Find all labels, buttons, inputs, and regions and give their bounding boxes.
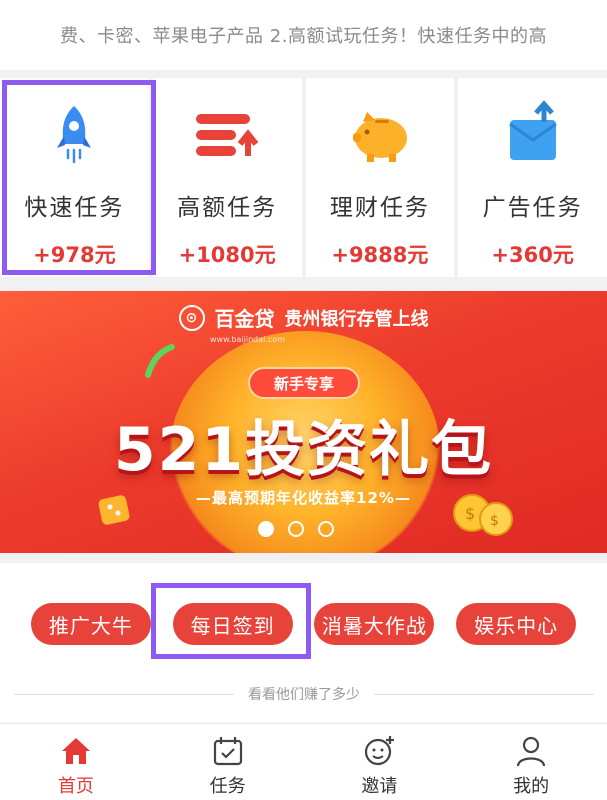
promo-banner[interactable]: ⊙ 百金贷 贵州银行存管上线 www.baijindai.com 新手专享 52…: [0, 291, 607, 553]
task-label: 理财任务: [329, 195, 430, 221]
banner-brand-row: ⊙ 百金贷 贵州银行存管上线: [0, 303, 607, 332]
task-card-high[interactable]: 高额任务 +1080元: [152, 78, 302, 277]
task-reward: +1080元: [178, 243, 276, 267]
brand-name: 百金贷: [214, 307, 275, 331]
tab-label: 任务: [209, 776, 246, 797]
tab-home[interactable]: 首页: [0, 724, 152, 800]
shortcut-entertainment-button[interactable]: 娱乐中心: [456, 603, 577, 645]
task-card-finance[interactable]: 理财任务 +9888元: [305, 78, 455, 277]
rocket-icon: [57, 106, 92, 164]
piggy-bank-icon: [352, 112, 407, 162]
shortcut-section: 推广大牛 每日签到 消暑大作战 娱乐中心 看看他们赚了多少: [0, 563, 607, 723]
svg-text:$: $: [490, 513, 499, 529]
tab-invite[interactable]: 邀请: [304, 724, 456, 800]
box-upload-icon: [508, 100, 557, 160]
divider-text: 看看他们赚了多少: [248, 687, 360, 703]
tab-tasks[interactable]: 任务: [152, 724, 304, 800]
shortcut-daily-checkin-button[interactable]: 每日签到: [172, 603, 293, 645]
carousel-dot[interactable]: [318, 521, 334, 537]
task-card-fast[interactable]: 快速任务 +978元: [0, 78, 149, 277]
banner-ribbon: 新手专享: [248, 367, 360, 399]
app-page: 费、卡密、苹果电子产品 2.高额试玩任务！快速任务中的高 快速任务 +978元 …: [0, 0, 607, 800]
task-label: 广告任务: [482, 195, 583, 221]
task-label: 快速任务: [24, 195, 125, 221]
bottom-tabbar: 首页 任务 邀请 我的: [0, 723, 607, 800]
task-grid: 快速任务 +978元 高额任务 +1080元 理财任务 +9888元 广告任务 …: [0, 78, 607, 277]
task-reward: +9888元: [331, 243, 429, 267]
tab-mine[interactable]: 我的: [455, 724, 607, 800]
shortcut-promote-button[interactable]: 推广大牛: [30, 603, 151, 645]
tab-label: 邀请: [361, 776, 398, 797]
svg-text:$: $: [465, 504, 475, 523]
task-label: 高额任务: [177, 195, 278, 221]
carousel-dot[interactable]: [288, 521, 304, 537]
partner-text: 贵州银行存管上线: [284, 308, 429, 330]
notice-bar[interactable]: 费、卡密、苹果电子产品 2.高额试玩任务！快速任务中的高: [0, 0, 607, 70]
coins-icon: $ $: [453, 494, 513, 536]
brand-logo-icon: ⊙: [178, 304, 205, 331]
divider-line: [14, 693, 234, 695]
carousel-dot[interactable]: [258, 521, 274, 537]
banner-headline: 521投资礼包: [113, 415, 494, 485]
notice-text: 费、卡密、苹果电子产品 2.高额试玩任务！快速任务中的高: [60, 26, 547, 47]
stack-up-icon: [196, 114, 259, 156]
task-card-ads[interactable]: 广告任务 +360元: [458, 78, 607, 277]
calendar-check-icon: [213, 737, 242, 766]
confetti-icon: [145, 344, 175, 378]
tab-label: 首页: [57, 776, 94, 797]
user-icon: [517, 736, 546, 767]
task-reward: +360元: [491, 243, 574, 267]
carousel-dots: [258, 521, 334, 537]
divider-line: [374, 693, 594, 695]
home-icon: [61, 738, 90, 764]
dice-icon: [98, 495, 130, 525]
shortcut-pills: 推广大牛 每日签到 消暑大作战 娱乐中心: [0, 603, 607, 645]
tab-label: 我的: [513, 776, 550, 797]
shortcut-summer-event-button[interactable]: 消暑大作战: [314, 603, 435, 645]
task-reward: +978元: [33, 243, 116, 267]
smile-add-icon: [365, 736, 395, 766]
section-divider: 看看他们赚了多少: [14, 684, 594, 704]
brand-url: www.baijindai.com: [210, 335, 285, 344]
